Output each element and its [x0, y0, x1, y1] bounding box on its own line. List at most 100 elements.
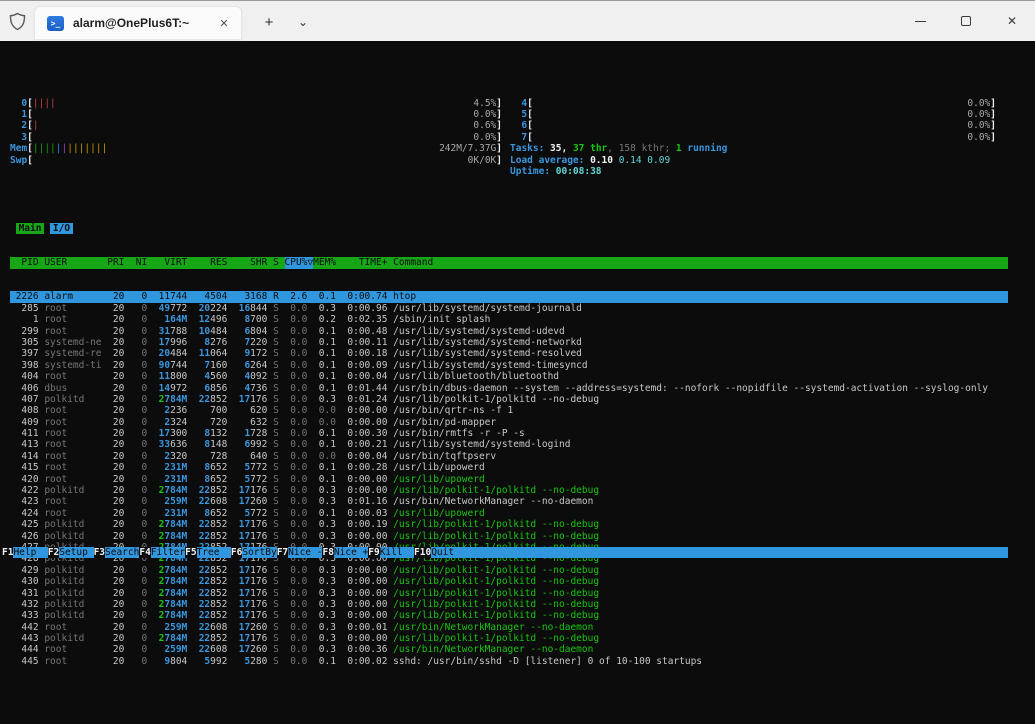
- cell-command: /usr/bin/tqftpserv: [393, 450, 497, 462]
- col-virt[interactable]: VIRT: [153, 257, 187, 268]
- fn-label-filter[interactable]: Filter: [150, 546, 186, 558]
- process-row[interactable]: 406 dbus 20 0 14972 6856 4736 S 0.0 0.1 0:01.44/u…: [10, 383, 1008, 394]
- col-pid[interactable]: PID: [10, 257, 38, 268]
- fn-label-quit[interactable]: Quit: [431, 546, 466, 558]
- process-row[interactable]: 442 root 20 0 259M 22608 17260 S 0.0 0.3 0:00.01/…: [10, 622, 1008, 633]
- process-row[interactable]: 397 systemd-re 20 0 20484 11064 9172 S 0.0 0.1 0:…: [10, 348, 1008, 359]
- process-row[interactable]: 443 polkitd 20 0 2784M 22852 17176 S 0.0 0.3 0:00…: [10, 633, 1008, 644]
- terminal-screen: 0[|||| 4.5%] 1[0.0%] 2[| 0.6%] 3[0.0%] Mem[|||…: [0, 41, 1035, 667]
- process-row-selected[interactable]: 2226 alarm 20 0 11744 4504 3168 R 2.6 0.1 0:00.74…: [10, 291, 1008, 303]
- process-row[interactable]: 413 root 20 0 33636 8148 6992 S 0.0 0.1 0:00.21/u…: [10, 439, 1008, 450]
- process-row[interactable]: 423 root 20 0 259M 22608 17260 S 0.0 0.3 0:01.16/…: [10, 496, 1008, 507]
- col-cpu-sorted[interactable]: CPU%▽: [284, 257, 313, 269]
- process-row[interactable]: 429 polkitd 20 0 2784M 22852 17176 S 0.0 0.3 0:00…: [10, 565, 1008, 576]
- cell-pid: 413: [21, 439, 39, 451]
- cell-user: root: [44, 621, 68, 633]
- cell-command: /usr/lib/systemd/systemd-resolved: [393, 348, 582, 360]
- cell-pid: 404: [21, 371, 39, 383]
- cell-user: root: [44, 371, 68, 383]
- col-command[interactable]: Command: [393, 257, 1008, 268]
- col-s[interactable]: S: [273, 257, 279, 268]
- process-row[interactable]: 408 root 20 0 2236 700 620 S 0.0 0.0 0:00.00/usr/…: [10, 405, 1008, 416]
- process-row[interactable]: 305 systemd-ne 20 0 17996 8276 7220 S 0.0 0.1 0:0…: [10, 337, 1008, 348]
- cell-user: systemd-re: [44, 348, 102, 360]
- process-row[interactable]: 425 polkitd 20 0 2784M 22852 17176 S 0.0 0.3 0:00…: [10, 519, 1008, 530]
- fn-key-f3[interactable]: F3: [93, 546, 106, 558]
- process-row[interactable]: 1 root 20 0 164M 12496 8700 S 0.0 0.2 0:02.35/sbi…: [10, 314, 1008, 325]
- meter-label: 6: [521, 120, 528, 132]
- fn-label-search[interactable]: Search: [105, 546, 140, 558]
- process-row[interactable]: 411 root 20 0 17300 8132 1728 S 0.0 0.1 0:00.30/u…: [10, 428, 1008, 439]
- process-row[interactable]: 424 root 20 0 231M 8652 5772 S 0.0 0.1 0:00.03/us…: [10, 508, 1008, 519]
- cell-user: root: [44, 507, 68, 519]
- fn-label-nice--[interactable]: Nice +: [333, 546, 369, 558]
- process-row[interactable]: 445 root 20 0 9804 5992 5280 S 0.0 0.1 0:00.02 ssh…: [10, 656, 1008, 667]
- load-line: Load average: 0.10 0.14 0.09: [510, 154, 671, 166]
- process-row[interactable]: 398 systemd-ti 20 0 90744 7160 6264 S 0.0 0.1 0:0…: [10, 360, 1008, 371]
- process-row[interactable]: 422 polkitd 20 0 2784M 22852 17176 S 0.0 0.3 0:00…: [10, 485, 1008, 496]
- terminal-tab[interactable]: >_ alarm@OnePlus6T:~ ✕: [34, 6, 242, 39]
- process-row[interactable]: 430 polkitd 20 0 2784M 22852 17176 S 0.0 0.3 0:00…: [10, 576, 1008, 587]
- fn-key-f2[interactable]: F2: [47, 546, 60, 558]
- col-ni[interactable]: NI: [130, 257, 147, 268]
- fn-key-f8[interactable]: F8: [322, 546, 334, 558]
- meter-label: 5: [521, 109, 528, 121]
- fn-label-kill[interactable]: Kill: [379, 546, 415, 558]
- process-row[interactable]: 426 polkitd 20 0 2784M 22852 17176 S 0.0 0.3 0:00…: [10, 531, 1008, 542]
- tab-close-icon[interactable]: ✕: [215, 14, 233, 32]
- cell-pid: 299: [21, 325, 39, 337]
- process-list: 2226 alarm 20 0 11744 4504 3168 R 2.6 0.1 0:00.74…: [10, 291, 1035, 667]
- fn-key-f7[interactable]: F7: [276, 546, 289, 558]
- fn-label-nice--[interactable]: Nice -: [288, 546, 323, 558]
- col-time[interactable]: TIME+: [342, 257, 388, 268]
- fn-key-f6[interactable]: F6: [230, 546, 243, 558]
- meter-value: 0.0%: [473, 131, 497, 143]
- fn-label-sortby[interactable]: SortBy: [242, 546, 277, 558]
- process-row[interactable]: 431 polkitd 20 0 2784M 22852 17176 S 0.0 0.3 0:00…: [10, 588, 1008, 599]
- fn-key-f4[interactable]: F4: [139, 546, 151, 558]
- fn-key-f10[interactable]: F10: [414, 546, 432, 558]
- process-row[interactable]: 420 root 20 0 231M 8652 5772 S 0.0 0.1 0:00.00/us…: [10, 474, 1008, 485]
- col-shr[interactable]: SHR: [233, 257, 267, 268]
- col-mem[interactable]: MEM%: [313, 257, 336, 268]
- process-row[interactable]: 433 polkitd 20 0 2784M 22852 17176 S 0.0 0.3 0:00…: [10, 610, 1008, 621]
- fn-key-f5[interactable]: F5: [185, 546, 197, 558]
- cell-command: /usr/bin/qrtr-ns -f 1: [393, 405, 514, 417]
- col-pri[interactable]: PRI: [107, 257, 124, 268]
- process-row[interactable]: 299 root 20 0 31788 10484 6804 S 0.0 0.1 0:00.48/…: [10, 326, 1008, 337]
- process-row[interactable]: 404 root 20 0 11800 4560 4092 S 0.0 0.1 0:00.04/u…: [10, 371, 1008, 382]
- fn-label-setup[interactable]: Setup: [59, 546, 94, 558]
- cell-command: /usr/lib/polkit-1/polkitd --no-debug: [393, 530, 600, 542]
- process-row[interactable]: 432 polkitd 20 0 2784M 22852 17176 S 0.0 0.3 0:00…: [10, 599, 1008, 610]
- process-row[interactable]: 444 root 20 0 259M 22608 17260 S 0.0 0.3 0:00.36/…: [10, 644, 1008, 655]
- powershell-icon: >_: [47, 15, 64, 31]
- col-user[interactable]: USER: [44, 257, 101, 268]
- fn-label-tree[interactable]: Tree: [196, 546, 231, 558]
- fn-label-help[interactable]: Help: [13, 546, 48, 558]
- fn-key-f1[interactable]: F1: [2, 546, 14, 558]
- process-row[interactable]: 409 root 20 0 2324 720 632 S 0.0 0.0 0:00.00/usr/…: [10, 417, 1008, 428]
- screen-tab-main[interactable]: Main: [15, 222, 45, 235]
- process-row[interactable]: 407 polkitd 20 0 2784M 22852 17176 S 0.0 0.3 0:01…: [10, 394, 1008, 405]
- close-button[interactable]: ✕: [989, 1, 1035, 41]
- new-tab-button[interactable]: +: [254, 9, 284, 35]
- cell-pid: 442: [21, 621, 39, 633]
- minimize-button[interactable]: [897, 1, 943, 41]
- meter-value: 0.6%: [473, 120, 497, 132]
- cell-command: /usr/lib/polkit-1/polkitd --no-debug: [393, 519, 600, 531]
- cell-pid: 429: [21, 564, 39, 576]
- process-row[interactable]: 285 root 20 0 49772 20224 16844 S 0.0 0.3 0:00.96…: [10, 303, 1008, 314]
- tab-dropdown-button[interactable]: ⌄: [288, 9, 318, 35]
- cell-command: /usr/lib/polkit-1/polkitd --no-debug: [393, 485, 600, 497]
- screen-tab-io[interactable]: I/O: [50, 222, 73, 235]
- process-table-header[interactable]: PID USER PRI NI VIRT RES SHR S CPU%▽ MEM% TIME+ Com…: [10, 257, 1008, 269]
- process-row[interactable]: 414 root 20 0 2320 728 640 S 0.0 0.0 0:00.04/usr/…: [10, 451, 1008, 462]
- fn-key-f9[interactable]: F9: [368, 546, 380, 558]
- cell-command: /usr/lib/upowerd: [393, 473, 485, 485]
- col-res[interactable]: RES: [193, 257, 227, 268]
- process-row[interactable]: 415 root 20 0 231M 8652 5772 S 0.0 0.1 0:00.28/us…: [10, 462, 1008, 473]
- maximize-button[interactable]: [943, 1, 989, 41]
- cell-user: polkitd: [44, 576, 85, 588]
- cell-pid: 443: [21, 633, 39, 645]
- meter-4: 4[0.0%]: [510, 98, 996, 109]
